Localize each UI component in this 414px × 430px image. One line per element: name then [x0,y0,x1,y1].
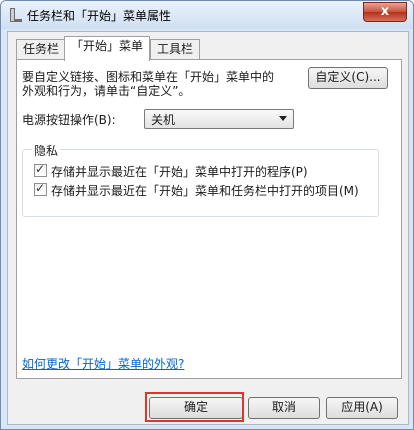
description-line: 外观和行为，请单击“自定义”。 [22,84,191,98]
privacy-option-recent-programs[interactable]: ✓ 存储并显示最近在「开始」菜单中打开的程序(P) [34,162,308,180]
checkbox-label: 存储并显示最近在「开始」菜单中打开的程序(P) [51,165,308,179]
tab-taskbar[interactable]: 任务栏 [16,39,67,60]
description-line: 要自定义链接、图标和菜单在「开始」菜单中的 [22,70,275,84]
tab-toolbars[interactable]: 工具栏 [150,39,201,60]
checkmark-icon: ✓ [35,162,46,176]
properties-dialog: 任务栏和「开始」菜单属性 x 任务栏 「开始」菜单 工具栏 要自定义链接、图标和… [0,0,414,430]
privacy-group-title: 隐私 [32,142,61,159]
tab-label: 「开始」菜单 [71,39,144,53]
taskbar-properties-icon [10,8,22,22]
window-title: 任务栏和「开始」菜单属性 [27,9,172,23]
checkmark-icon: ✓ [35,181,46,195]
apply-button[interactable]: 应用(A) [326,397,398,419]
ok-button-highlight [145,392,244,422]
checkbox[interactable]: ✓ [34,162,47,177]
tab-start-menu[interactable]: 「开始」菜单 [64,36,151,61]
tab-label: 工具栏 [157,42,194,56]
power-button-value: 关机 [151,113,176,127]
title-bar[interactable]: 任务栏和「开始」菜单属性 x [1,1,413,29]
chevron-down-icon [279,116,287,121]
customize-button[interactable]: 自定义(C)... [308,67,388,89]
start-menu-panel [16,59,402,379]
power-button-action-select[interactable]: 关机 [144,109,294,129]
close-icon: x [380,4,390,19]
close-button[interactable]: x [363,2,407,22]
checkbox[interactable]: ✓ [34,181,47,196]
tab-label: 任务栏 [23,42,60,56]
dialog-client-area: 任务栏 「开始」菜单 工具栏 要自定义链接、图标和菜单在「开始」菜单中的 外观和… [7,31,409,425]
customize-description: 要自定义链接、图标和菜单在「开始」菜单中的 外观和行为，请单击“自定义”。 [22,70,274,98]
power-button-label: 电源按钮操作(B): [22,113,116,127]
cancel-button[interactable]: 取消 [248,397,320,419]
checkbox-label: 存储并显示最近在「开始」菜单和任务栏中打开的项目(M) [51,184,359,198]
help-link[interactable]: 如何更改「开始」菜单的外观? [22,355,184,372]
privacy-option-recent-items[interactable]: ✓ 存储并显示最近在「开始」菜单和任务栏中打开的项目(M) [34,181,359,199]
